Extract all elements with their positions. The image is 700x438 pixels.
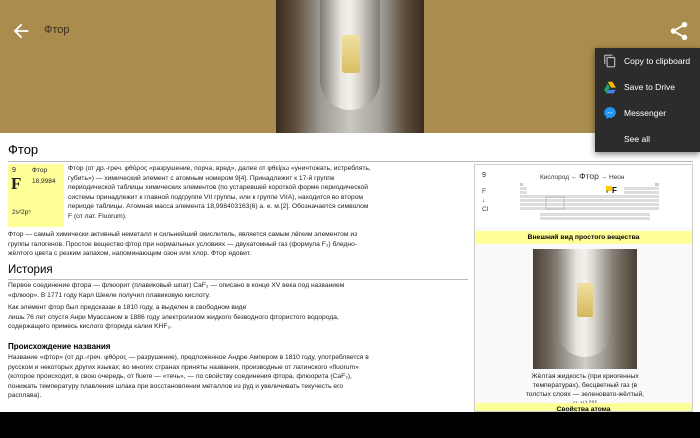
infobox-number: 9 <box>482 172 486 179</box>
article-content: Фтор 9 F Фтор 18,9984 2s²2p⁵ Фтор (от др… <box>0 133 700 412</box>
arrow-back-icon[interactable] <box>10 20 32 42</box>
fluorine-liquid <box>342 35 360 73</box>
copy-icon <box>604 54 616 68</box>
side-top: F <box>482 188 486 195</box>
element-mass: 18,9984 <box>32 178 56 185</box>
menu-item-label: Copy to clipboard <box>624 56 691 66</box>
share-icon[interactable] <box>668 20 690 42</box>
menu-item-drive[interactable]: Save to Drive <box>595 74 700 100</box>
group-neighbors: F ↓ Cl <box>482 187 488 214</box>
table-symbol: F <box>612 186 617 195</box>
side-bottom-link[interactable]: Cl <box>482 205 488 214</box>
app-screen: Фтор Фтор 9 F Фтор 18,9984 2s²2p⁵ Фтор (… <box>0 0 700 412</box>
properties-heading: Свойства атома <box>475 403 692 411</box>
text-line: лишь 76 лет спустя Анри Муассаном в 1886… <box>8 313 339 321</box>
infobox-photo[interactable] <box>533 249 637 369</box>
text-line: Как элемент фтор был предсказан в 1810 г… <box>8 304 247 311</box>
text-line: русском и некоторых других языках; во мн… <box>8 363 359 371</box>
down-arrow-icon: ↓ <box>482 197 486 204</box>
text-line: Первое соединение фтора — флюорит (плави… <box>8 282 345 289</box>
hero-image <box>276 0 424 133</box>
intro2-paragraph: Фтор — самый химически активный неметалл… <box>8 230 468 259</box>
nav-prev-link[interactable]: Кислород ← <box>540 174 577 181</box>
history-paragraph: Первое соединение фтора — флюорит (плави… <box>8 281 468 332</box>
element-number: 9 <box>12 167 16 174</box>
text-line: F (от лат. Fluorum). <box>68 212 127 220</box>
text-line: губить») — химический элемент с атомным … <box>68 174 335 182</box>
periodic-table-mini: F 9 <box>520 183 659 220</box>
appearance-heading: Внешний вид простого вещества <box>475 231 692 244</box>
history-heading: История <box>8 264 53 276</box>
text-line: системы принадлежит к главной подгруппе … <box>68 193 364 201</box>
text-line: Название «фтор» (от др.-греч. φθόρος — р… <box>8 354 369 361</box>
menu-item-label: Messenger <box>624 108 667 118</box>
nav-next-link[interactable]: → Неон <box>601 174 625 181</box>
text-line: Фтор — самый химически активный неметалл… <box>8 231 358 238</box>
text-line: периодической таблицы химических элемент… <box>68 184 368 191</box>
title-divider <box>8 161 693 162</box>
intro-paragraph: Фтор (от др.-греч. φθόρος «разрушение, п… <box>68 164 468 221</box>
text-line: (которое происходит, в свою очередь, от … <box>8 373 352 380</box>
name-origin-paragraph: Название «фтор» (от др.-греч. φθόρος — р… <box>8 353 470 401</box>
element-name: Фтор <box>32 167 48 174</box>
text-line: периоде таблицы. Атомная масса элемента … <box>68 203 369 210</box>
text-line: содержащего примесь кислого фторида кали… <box>8 323 172 330</box>
menu-item-label: Save to Drive <box>624 82 676 92</box>
text-line: группы галогенов. Простое вещество фтор … <box>8 240 358 248</box>
page-title: Фтор <box>8 142 39 157</box>
menu-item-label: See all <box>624 134 650 144</box>
element-box: 9 F Фтор 18,9984 2s²2p⁵ <box>8 164 64 227</box>
element-symbol: F <box>11 174 22 193</box>
text-line: понижать температуру плавления шлака при… <box>8 382 344 390</box>
header-title: Фтор <box>44 24 70 36</box>
menu-item-messenger[interactable]: Messenger <box>595 100 700 126</box>
element-navigation: Кислород ← Фтор → Неон <box>540 171 625 181</box>
drive-icon <box>604 81 616 94</box>
menu-item-copy[interactable]: Copy to clipboard <box>595 48 700 74</box>
text-line: жёлтого цвета с резким запахом, напомина… <box>8 250 252 257</box>
fluorine-liquid <box>577 283 593 317</box>
text-line: «флюор». В 1771 году Карл Шееле получил … <box>8 291 211 299</box>
system-nav-bar <box>0 412 700 438</box>
menu-item-see-all[interactable]: See all <box>595 126 700 152</box>
name-origin-heading: Происхождение названия <box>8 342 111 351</box>
infobox: 9 Кислород ← Фтор → Неон F ↓ Cl F 9 Внеш… <box>474 164 693 412</box>
share-menu: Copy to clipboard Save to Drive Messenge… <box>595 48 700 152</box>
nav-current: Фтор <box>579 171 599 181</box>
text-line: расплава). <box>8 392 42 399</box>
electron-config: 2s²2p⁵ <box>12 209 31 216</box>
messenger-icon <box>604 107 616 119</box>
text-line: Фтор (от др.-греч. φθόρος «разрушение, п… <box>68 165 371 172</box>
infobox-top: 9 Кислород ← Фтор → Неон F ↓ Cl F 9 <box>475 165 692 227</box>
heading-divider <box>8 279 468 280</box>
